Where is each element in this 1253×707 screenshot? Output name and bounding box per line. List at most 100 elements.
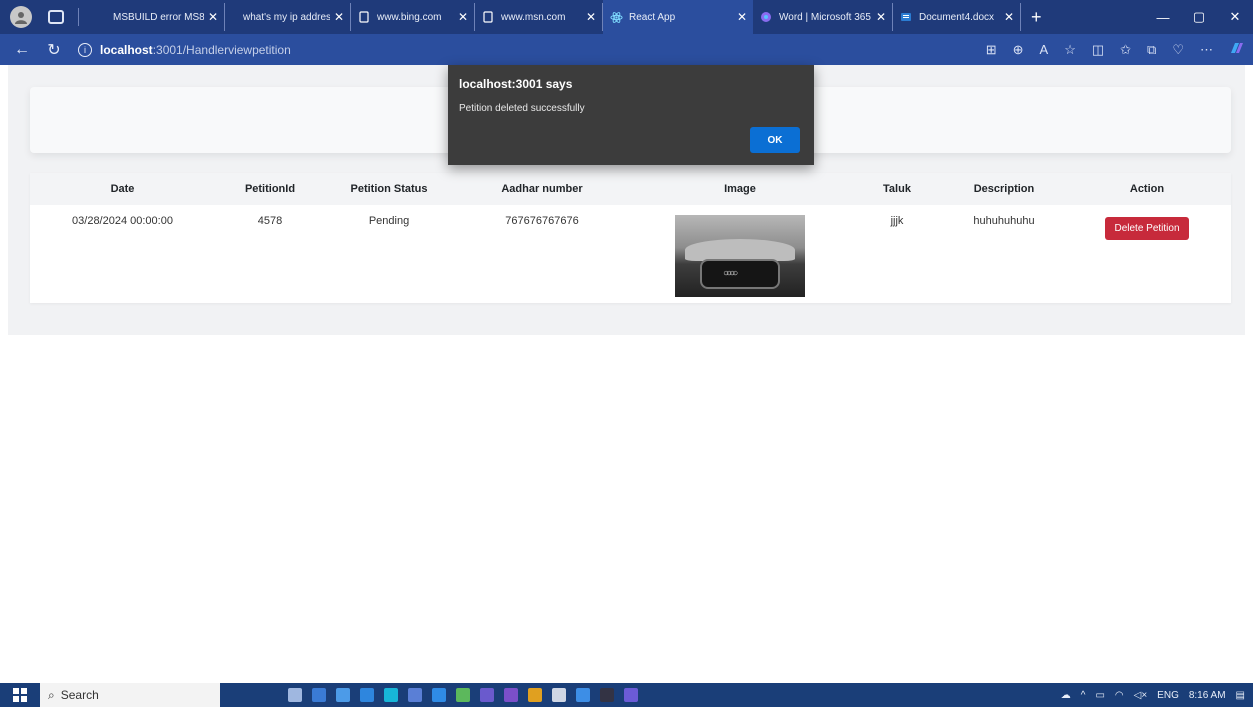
clock[interactable]: 8:16 AM (1189, 690, 1226, 701)
profile-avatar[interactable] (10, 6, 32, 28)
settings-icon[interactable] (552, 688, 566, 702)
volume-icon[interactable]: ◁× (1134, 690, 1148, 701)
header-description: Description (973, 183, 1035, 195)
tab-close-icon[interactable]: ✕ (330, 10, 344, 24)
cell-petition-id: 4578 (257, 215, 283, 227)
delete-petition-button[interactable]: Delete Petition (1105, 217, 1189, 240)
tab-msbuild[interactable]: MSBUILD error MS81 ✕ (107, 3, 225, 31)
taskbar-search[interactable]: ⌕ Search (40, 683, 220, 707)
tab-react-app[interactable]: React App ✕ (603, 0, 753, 34)
tab-close-icon[interactable]: ✕ (582, 10, 596, 24)
network-icon[interactable]: ◠ (1115, 690, 1124, 701)
weather-icon[interactable]: ☁ (1061, 690, 1071, 701)
back-button[interactable]: ← (10, 41, 34, 59)
alert-ok-button[interactable]: OK (750, 127, 800, 153)
app-icon[interactable] (408, 688, 422, 702)
windows-taskbar: ⌕ Search ☁ ^ ▭ ◠ ◁× ENG 8:16 AM ▤ (0, 683, 1253, 707)
task-view-icon[interactable] (288, 688, 302, 702)
app-icon[interactable] (480, 688, 494, 702)
start-button[interactable] (0, 683, 40, 707)
address-host: localhost (100, 42, 153, 57)
tab-msn[interactable]: www.msn.com ✕ (475, 3, 603, 31)
header-taluk: Taluk (883, 183, 911, 195)
header-petition-status: Petition Status (350, 183, 428, 195)
health-icon[interactable]: ♡ (1172, 42, 1184, 58)
cell-taluk: jjjk (890, 215, 904, 227)
minimize-button[interactable]: — (1145, 0, 1181, 34)
vscode-icon[interactable] (432, 688, 446, 702)
toolbar-icons: ⊞ ⊕ A ☆ ◫ ✩ ⧉ ♡ ⋯ (986, 34, 1245, 65)
chrome-icon[interactable] (528, 688, 542, 702)
favorites-icon[interactable]: ✩ (1120, 42, 1131, 58)
cell-date: 03/28/2024 00:00:00 (72, 215, 173, 227)
language-indicator[interactable]: ENG (1157, 690, 1179, 701)
petition-table-card: Date PetitionId Petition Status Aadhar n… (30, 173, 1231, 303)
tab-ip-address[interactable]: what's my ip address ✕ (237, 3, 351, 31)
tab-title: React App (629, 11, 676, 23)
tab-title: Word | Microsoft 365 (779, 11, 871, 23)
app-icon[interactable]: ⊞ (986, 42, 997, 58)
close-window-button[interactable]: ✕ (1217, 0, 1253, 34)
alert-message: Petition deleted successfully (459, 103, 585, 114)
terminal-icon[interactable] (600, 688, 614, 702)
notification-icon[interactable]: ▤ (1236, 690, 1245, 701)
table-row: 03/28/2024 00:00:00 4578 Pending 7676767… (30, 205, 1231, 303)
tab-title: www.msn.com (501, 11, 566, 23)
system-tray: ☁ ^ ▭ ◠ ◁× ENG 8:16 AM ▤ (1061, 683, 1245, 707)
alert-dialog: localhost:3001 says Petition deleted suc… (448, 65, 814, 165)
refresh-button[interactable]: ↻ (42, 40, 66, 60)
tab-actions-icon[interactable] (48, 10, 64, 24)
search-icon: ⌕ (48, 687, 55, 702)
tab-close-icon[interactable]: ✕ (1000, 10, 1014, 24)
app-icon[interactable] (456, 688, 470, 702)
browser-tab-strip: MSBUILD error MS81 ✕ what's my ip addres… (0, 0, 1253, 34)
copilot-icon (759, 10, 773, 24)
petition-table: Date PetitionId Petition Status Aadhar n… (30, 173, 1231, 303)
edge-icon[interactable] (384, 688, 398, 702)
header-petition-id: PetitionId (244, 183, 296, 195)
cell-status: Pending (368, 215, 410, 227)
tab-close-icon[interactable]: ✕ (733, 10, 747, 24)
taskbar-apps (288, 688, 638, 702)
zoom-icon[interactable]: ⊕ (1013, 42, 1024, 58)
copilot-icon[interactable] (1229, 41, 1245, 58)
header-image: Image (724, 183, 756, 195)
header-aadhar-number: Aadhar number (501, 183, 583, 195)
maximize-button[interactable]: ▢ (1181, 0, 1217, 34)
react-icon (609, 10, 623, 24)
read-aloud-icon[interactable]: A (1040, 42, 1049, 57)
tab-close-icon[interactable]: ✕ (204, 10, 218, 24)
app-icon[interactable] (360, 688, 374, 702)
tab-title: www.bing.com (377, 11, 442, 23)
more-icon[interactable]: ⋯ (1200, 42, 1213, 58)
split-screen-icon[interactable]: ◫ (1092, 42, 1104, 58)
word-icon (899, 10, 913, 24)
collections-icon[interactable]: ⧉ (1147, 42, 1156, 58)
tab-bing[interactable]: www.bing.com ✕ (351, 3, 475, 31)
tab-document4[interactable]: Document4.docx ✕ (893, 3, 1021, 31)
chevron-up-icon[interactable]: ^ (1081, 690, 1086, 701)
tab-close-icon[interactable]: ✕ (872, 10, 886, 24)
favorite-star-icon[interactable]: ☆ (1064, 42, 1076, 58)
app-icon[interactable] (576, 688, 590, 702)
car-logo-icon: ○○○○ (723, 268, 738, 279)
page-icon (357, 10, 371, 24)
tab-close-icon[interactable]: ✕ (454, 10, 468, 24)
header-action: Action (1129, 183, 1165, 195)
app-icon[interactable] (336, 688, 350, 702)
address-path: :3001/Handlerviewpetition (152, 42, 291, 57)
site-info-icon[interactable]: i (78, 42, 92, 57)
cell-action: Delete Petition (1063, 205, 1231, 303)
cell-description: huhuhuhuhu (973, 215, 1035, 227)
battery-icon[interactable]: ▭ (1095, 690, 1104, 701)
car-front-photo: ○○○○ (675, 215, 805, 297)
new-tab-button[interactable]: + (1031, 7, 1042, 28)
cell-aadhar: 767676767676 (505, 215, 579, 227)
app-icon[interactable] (624, 688, 638, 702)
tab-word-365[interactable]: Word | Microsoft 365 ✕ (753, 3, 893, 31)
browser-toolbar: ← ↻ i localhost:3001/Handlerviewpetition… (0, 34, 1253, 65)
app-icon[interactable] (312, 688, 326, 702)
tab-title: what's my ip address (243, 11, 330, 23)
address-bar[interactable]: i localhost:3001/Handlerviewpetition (78, 42, 291, 57)
visual-studio-icon[interactable] (504, 688, 518, 702)
